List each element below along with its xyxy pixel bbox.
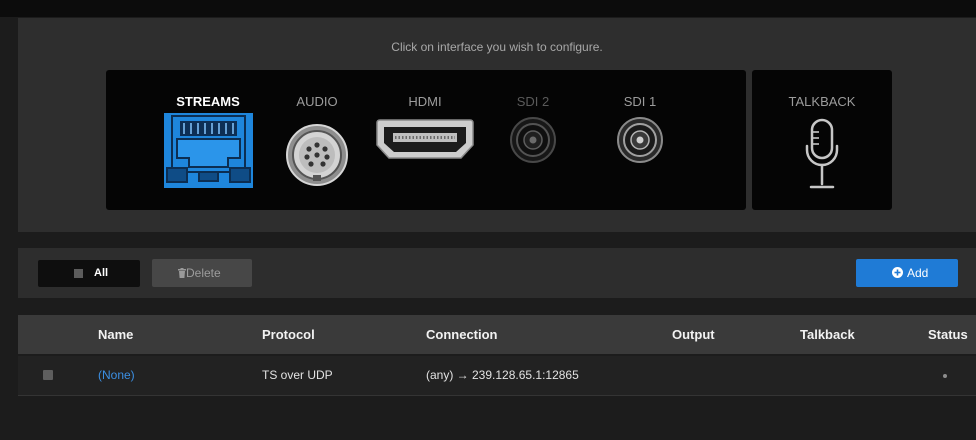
delete-button[interactable]: Delete [152, 259, 252, 287]
select-all-checkbox[interactable] [74, 269, 83, 278]
plus-circle-icon [892, 267, 903, 278]
microphone-icon[interactable] [802, 118, 842, 192]
interface-sdi-1[interactable]: SDI 1 [586, 70, 694, 210]
interface-audio[interactable]: AUDIO [263, 70, 371, 210]
trash-icon [178, 268, 186, 278]
instruction-text: Click on interface you wish to configure… [391, 40, 603, 54]
add-label: Add [907, 266, 929, 280]
select-all-button[interactable]: All [38, 260, 140, 287]
interface-label: TALKBACK [788, 94, 856, 109]
column-header-name: Name [98, 327, 134, 342]
select-all-label: All [94, 267, 109, 279]
column-header-status: Status [928, 327, 968, 342]
bnc-connector-icon[interactable] [616, 116, 664, 164]
column-header-talkback: Talkback [800, 327, 855, 342]
interface-group: STREAMS AUDIO HDMI SDI 2 SDI 1 [106, 70, 746, 210]
column-header-connection: Connection [426, 327, 498, 342]
talkback-group: TALKBACK [752, 70, 892, 210]
interface-sdi-2[interactable]: SDI 2 [479, 70, 587, 210]
interface-label: STREAMS [176, 94, 240, 109]
hdmi-connector-icon[interactable] [375, 118, 475, 160]
interface-streams[interactable]: STREAMS [154, 70, 262, 210]
table-header: Name Protocol Connection Output Talkback… [18, 315, 976, 354]
interface-selector-panel: Click on interface you wish to configure… [18, 18, 976, 232]
column-header-protocol: Protocol [262, 327, 315, 342]
interface-label: AUDIO [296, 94, 338, 109]
add-button[interactable]: Add [856, 259, 958, 287]
ethernet-port-icon[interactable] [164, 113, 253, 188]
table-row[interactable]: (None) TS over UDP (any) → 239.128.65.1:… [18, 356, 976, 396]
interface-hdmi[interactable]: HDMI [371, 70, 479, 210]
interface-label: HDMI [408, 94, 442, 109]
stream-name-link[interactable]: (None) [98, 356, 135, 395]
row-checkbox[interactable] [43, 370, 53, 380]
interface-label: SDI 1 [623, 94, 657, 109]
status-dot-icon [943, 374, 947, 378]
interface-talkback[interactable]: TALKBACK [768, 70, 876, 210]
connection-cell: (any) → 239.128.65.1:12865 [426, 368, 579, 382]
bnc-connector-icon[interactable] [509, 116, 557, 164]
top-bar [0, 0, 976, 17]
interface-label: SDI 2 [516, 94, 550, 109]
audio-connector-icon[interactable] [285, 123, 349, 187]
column-header-output: Output [672, 327, 715, 342]
protocol-cell: TS over UDP [262, 368, 333, 382]
stream-toolbar: All Delete Add [18, 248, 976, 298]
delete-label: Delete [186, 266, 221, 280]
